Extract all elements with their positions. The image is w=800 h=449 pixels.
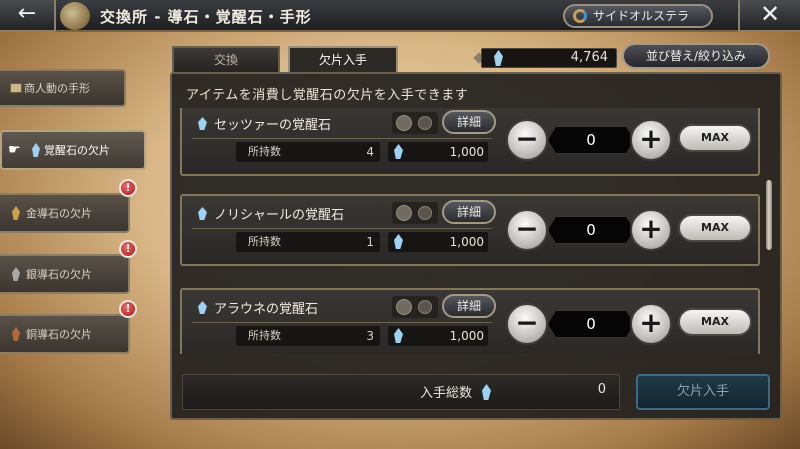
owned-value: 1 bbox=[366, 235, 374, 249]
cost-value: 1,000 bbox=[449, 145, 484, 159]
scrollbar[interactable] bbox=[766, 180, 772, 250]
header-bar: ← 交換所 - 導石・覚醒石・手形 サイドオルステラ ✕ bbox=[0, 0, 800, 32]
exchange-emblem-icon bbox=[60, 2, 90, 30]
pointing-hand-icon: ☛ bbox=[8, 142, 21, 158]
sidebar-item-silver-shard[interactable]: 銀導石の欠片 bbox=[0, 254, 130, 294]
item-status-icons bbox=[392, 202, 438, 224]
alert-badge: ! bbox=[119, 240, 137, 258]
info-text: アイテムを消費し覚醒石の欠片を入手できます bbox=[186, 88, 469, 103]
blue-shard-icon bbox=[32, 143, 40, 157]
total-bar bbox=[182, 374, 620, 410]
sidebar-item-copper-shard[interactable]: 銅導石の欠片 bbox=[0, 314, 130, 354]
cost-display: 1,000 bbox=[388, 142, 488, 162]
sidebar-item-label: 銀導石の欠片 bbox=[26, 268, 92, 281]
close-icon: ✕ bbox=[759, 0, 781, 28]
back-arrow-icon: ← bbox=[17, 1, 37, 26]
blue-shard-icon bbox=[394, 234, 403, 249]
item-list[interactable]: セッツァーの覚醒石 詳細 所持数 4 1,000 − 0 + MAX ノリシャール… bbox=[178, 108, 762, 354]
max-button[interactable]: MAX bbox=[678, 308, 752, 336]
plus-button[interactable]: + bbox=[630, 209, 672, 251]
sidebar-item-gold-shard[interactable]: 金導石の欠片 bbox=[0, 193, 130, 233]
detail-button[interactable]: 詳細 bbox=[442, 110, 496, 134]
quantity-field[interactable]: 0 bbox=[548, 216, 634, 244]
owned-label: 所持数 bbox=[248, 145, 281, 158]
page-title: 交換所 - 導石・覚醒石・手形 bbox=[100, 8, 312, 26]
alert-badge: ! bbox=[119, 179, 137, 197]
total-value: 0 bbox=[597, 382, 606, 397]
sidebar-item-label: 商人動の手形 bbox=[24, 82, 90, 95]
ring-icon bbox=[396, 299, 412, 315]
currency-amount: 4,764 bbox=[570, 50, 608, 65]
sidebar-item-label: 覚醒石の欠片 bbox=[44, 144, 110, 157]
cost-display: 1,000 bbox=[388, 232, 488, 252]
tab-exchange[interactable]: 交換 bbox=[172, 46, 280, 72]
divider bbox=[192, 228, 492, 229]
pin-icon bbox=[418, 300, 432, 314]
cost-display: 1,000 bbox=[388, 326, 488, 346]
back-button[interactable]: ← bbox=[0, 0, 56, 32]
list-item: セッツァーの覚醒石 詳細 所持数 4 1,000 − 0 + MAX bbox=[180, 108, 760, 176]
sidebar-item-label: 金導石の欠片 bbox=[26, 207, 92, 220]
minus-button[interactable]: − bbox=[506, 209, 548, 251]
owned-value: 3 bbox=[366, 329, 374, 343]
detail-button[interactable]: 詳細 bbox=[442, 200, 496, 224]
item-status-icons bbox=[392, 112, 438, 134]
item-name: セッツァーの覚醒石 bbox=[214, 118, 332, 133]
blue-shard-icon bbox=[198, 207, 207, 220]
alert-badge: ! bbox=[119, 300, 137, 318]
minus-button[interactable]: − bbox=[506, 119, 548, 161]
plus-button[interactable]: + bbox=[630, 119, 672, 161]
sidebar-item-label: 銅導石の欠片 bbox=[26, 328, 92, 341]
ring-icon bbox=[396, 205, 412, 221]
owned-count: 所持数 4 bbox=[236, 142, 380, 162]
blue-shard-icon bbox=[394, 328, 403, 343]
acquire-shard-button[interactable]: 欠片入手 bbox=[636, 374, 770, 410]
item-status-icons bbox=[392, 296, 438, 318]
tab-shard-acquire[interactable]: 欠片入手 bbox=[288, 46, 398, 72]
owned-label: 所持数 bbox=[248, 235, 281, 248]
pin-icon bbox=[418, 206, 432, 220]
max-button[interactable]: MAX bbox=[678, 124, 752, 152]
detail-button[interactable]: 詳細 bbox=[442, 294, 496, 318]
max-button[interactable]: MAX bbox=[678, 214, 752, 242]
gold-shard-icon bbox=[12, 206, 20, 220]
divider bbox=[192, 322, 492, 323]
minus-button[interactable]: − bbox=[506, 303, 548, 345]
pin-icon bbox=[418, 116, 432, 130]
item-name: アラウネの覚醒石 bbox=[214, 302, 319, 317]
swap-icon bbox=[573, 9, 587, 23]
copper-shard-icon bbox=[12, 327, 20, 341]
owned-value: 4 bbox=[366, 145, 374, 159]
book-icon bbox=[10, 83, 22, 93]
list-item: ノリシャールの覚醒石 詳細 所持数 1 1,000 − 0 + MAX bbox=[180, 194, 760, 266]
plus-button[interactable]: + bbox=[630, 303, 672, 345]
item-name: ノリシャールの覚醒石 bbox=[214, 208, 345, 223]
owned-label: 所持数 bbox=[248, 329, 281, 342]
cost-value: 1,000 bbox=[449, 329, 484, 343]
quantity-field[interactable]: 0 bbox=[548, 310, 634, 338]
sidebar-item-awakening-shard[interactable]: ☛ 覚醒石の欠片 bbox=[0, 130, 146, 170]
character-switch-button[interactable]: サイドオルステラ bbox=[563, 4, 713, 28]
sidebar-item-merchant-pass[interactable]: 商人動の手形 bbox=[0, 69, 126, 107]
divider bbox=[192, 138, 492, 139]
ring-icon bbox=[396, 115, 412, 131]
owned-count: 所持数 3 bbox=[236, 326, 380, 346]
quantity-field[interactable]: 0 bbox=[548, 126, 634, 154]
owned-count: 所持数 1 bbox=[236, 232, 380, 252]
silver-shard-icon bbox=[12, 267, 20, 281]
cost-value: 1,000 bbox=[449, 235, 484, 249]
blue-shard-icon bbox=[198, 117, 207, 130]
close-button[interactable]: ✕ bbox=[738, 0, 800, 32]
blue-shard-icon bbox=[494, 50, 503, 66]
shard-currency-display: 4,764 bbox=[481, 48, 617, 68]
blue-shard-icon bbox=[394, 144, 403, 159]
character-switch-label: サイドオルステラ bbox=[593, 9, 690, 23]
list-item: アラウネの覚醒石 詳細 所持数 3 1,000 − 0 + MAX bbox=[180, 288, 760, 354]
blue-shard-icon bbox=[198, 301, 207, 314]
sort-filter-button[interactable]: 並び替え/絞り込み bbox=[622, 43, 770, 69]
total-label: 入手総数 bbox=[420, 386, 473, 401]
